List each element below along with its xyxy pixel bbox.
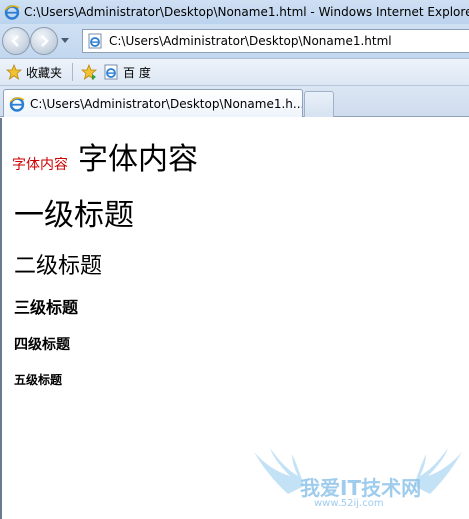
recent-pages-dropdown[interactable]: [60, 36, 70, 46]
watermark-title: 我爱IT技术网: [300, 476, 422, 500]
favorite-link-label: 百 度: [123, 65, 151, 80]
favorite-link-baidu[interactable]: 百 度: [103, 64, 151, 81]
favorites-separator: [72, 63, 74, 81]
font-content-small: 字体内容: [12, 157, 68, 173]
ie-logo-icon: [4, 5, 20, 20]
add-to-favorites-icon: [81, 64, 98, 80]
ie-page-icon: [104, 64, 118, 80]
favorites-star-icon: [6, 64, 22, 80]
heading-level-5: 五级标题: [14, 373, 63, 387]
tab-noname1[interactable]: C:\Users\Administrator\Desktop\Noname1.h…: [3, 89, 303, 117]
font-content-line: 字体内容 字体内容: [12, 134, 198, 178]
ie-logo-icon: [9, 96, 25, 112]
add-to-favorites-button[interactable]: [81, 64, 98, 80]
new-tab-button[interactable]: [304, 91, 334, 117]
heading-level-2: 二级标题: [14, 254, 103, 279]
favorites-bar: 收藏夹 百 度: [0, 58, 469, 86]
heading-level-4: 四级标题: [14, 337, 70, 353]
forward-button[interactable]: [30, 27, 58, 55]
title-bar: C:\Users\Administrator\Desktop\Noname1.h…: [0, 0, 469, 24]
navigation-bar: C:\Users\Administrator\Desktop\Noname1.h…: [0, 24, 469, 58]
dropdown-arrow-icon: [61, 38, 69, 43]
favorites-label: 收藏夹: [26, 65, 63, 80]
heading-level-3: 三级标题: [14, 298, 79, 317]
tab-label: C:\Users\Administrator\Desktop\Noname1.h…: [30, 96, 302, 111]
font-content-large: 字体内容: [78, 142, 198, 177]
ie-page-icon: [88, 33, 102, 49]
window-title: C:\Users\Administrator\Desktop\Noname1.h…: [24, 5, 469, 19]
back-arrow-icon: [11, 35, 19, 47]
favorites-button[interactable]: 收藏夹: [6, 64, 62, 81]
address-url: C:\Users\Administrator\Desktop\Noname1.h…: [109, 34, 392, 48]
tab-bar: C:\Users\Administrator\Desktop\Noname1.h…: [0, 86, 469, 117]
forward-arrow-icon: [41, 35, 49, 47]
heading-level-1: 一级标题: [14, 198, 134, 233]
watermark-url: www.52ij.com: [314, 498, 384, 509]
site-watermark: 我爱IT技术网 www.52ij.com: [248, 446, 468, 516]
address-bar[interactable]: C:\Users\Administrator\Desktop\Noname1.h…: [82, 29, 469, 53]
back-button[interactable]: [2, 27, 30, 55]
